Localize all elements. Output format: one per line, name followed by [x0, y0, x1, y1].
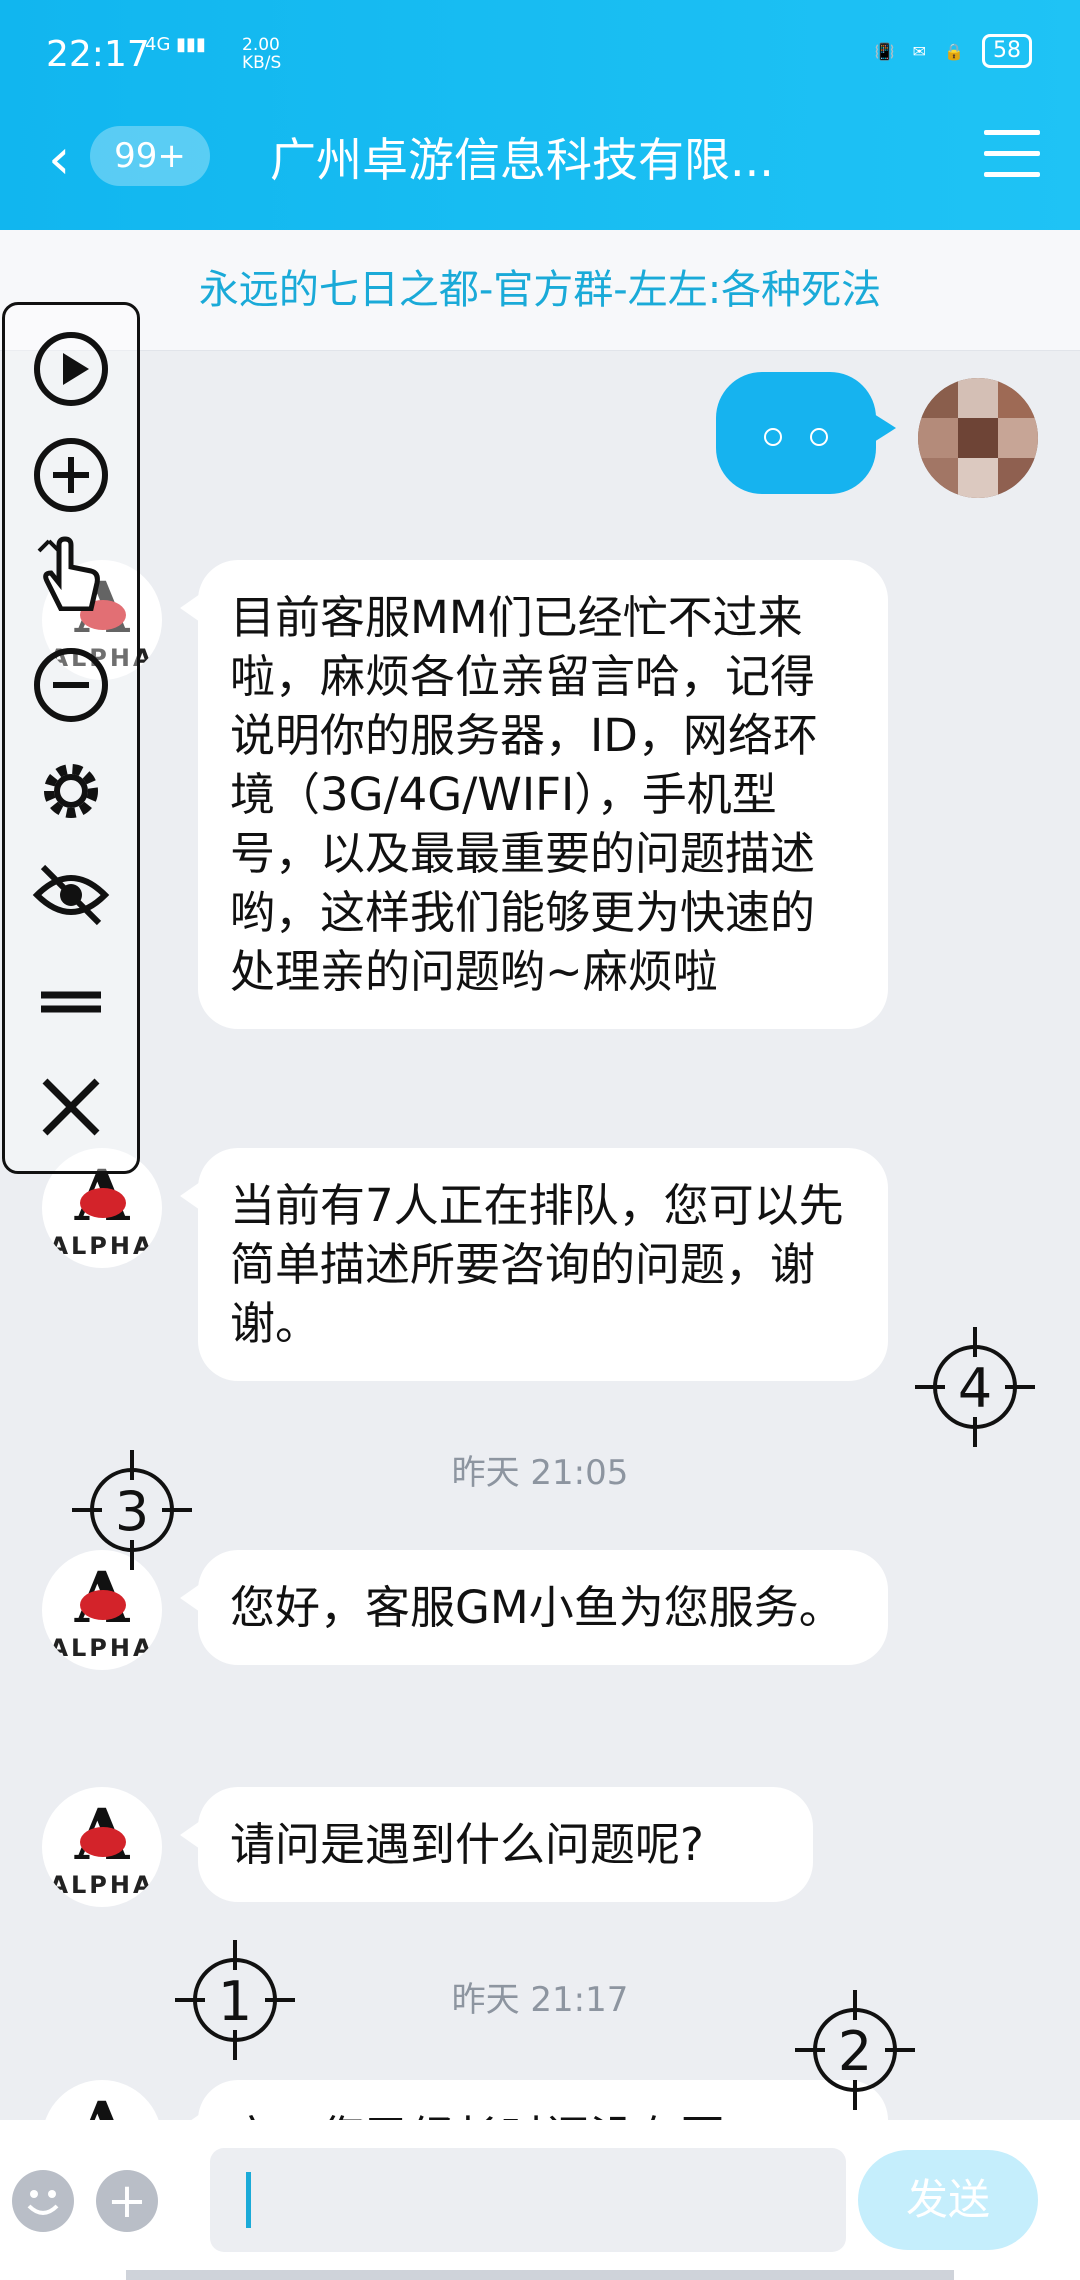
signal-icon: 4G ▮▮▮ — [145, 34, 206, 55]
message-block-icon: ✉ — [912, 41, 927, 61]
nav-bar: ‹ 99+ 广州卓游信息科技有限... — [0, 110, 1080, 230]
close-icon[interactable] — [31, 1067, 111, 1147]
eye-off-icon[interactable] — [31, 855, 111, 935]
gear-icon[interactable] — [31, 751, 111, 831]
target-label: 4 — [957, 1357, 993, 1420]
menu-icon[interactable] — [984, 130, 1040, 180]
target-label: 1 — [217, 1970, 253, 2033]
target-label: 3 — [114, 1480, 150, 1543]
message-bubble[interactable]: 当前有7人正在排队，您可以先简单描述所要咨询的问题，谢谢。 — [180, 1148, 888, 1381]
avatar-text: ALPHA — [49, 1634, 155, 1662]
status-time: 22:17 — [46, 34, 150, 75]
avatar-swirl — [80, 1590, 126, 1620]
avatar-text: ALPHA — [49, 1871, 155, 1899]
target-marker-3: 3 — [72, 1450, 192, 1570]
message-bubble[interactable]: 亲，您已经长时间没有回... — [180, 2080, 888, 2120]
lock-icon: 🔒 — [944, 41, 964, 61]
add-icon[interactable]: + — [96, 2170, 158, 2232]
vibrate-icon: 📳 — [874, 41, 895, 61]
battery-icon: 58 — [982, 34, 1032, 68]
navigation-bar — [126, 2270, 954, 2280]
chat-list[interactable]: A ALPHA 目前客服MM们已经忙不过来啦，麻烦各位亲留言哈，记得说明你的服务… — [0, 350, 1080, 2120]
status-icons: 📳 ✉ 🔒 58 — [875, 34, 1032, 68]
message-input[interactable] — [210, 2148, 846, 2252]
net-speed-value: 2.00 — [242, 35, 280, 55]
send-button[interactable]: 发送 — [858, 2150, 1038, 2250]
page-title: 广州卓游信息科技有限... — [270, 133, 774, 187]
target-marker-2: 2 — [795, 1990, 915, 2110]
target-label: 2 — [837, 2020, 873, 2083]
input-bar: + 发送 — [0, 2120, 1080, 2280]
avatar-swirl — [80, 1188, 126, 1218]
my-message-bubble[interactable] — [716, 372, 896, 494]
message-bubble[interactable]: 目前客服MM们已经忙不过来啦，麻烦各位亲留言哈，记得说明你的服务器，ID，网络环… — [180, 560, 888, 1029]
emoji-icon[interactable] — [12, 2170, 74, 2232]
avatar-letter: A — [42, 2086, 162, 2120]
zoom-out-icon[interactable] — [31, 645, 111, 725]
agent-avatar[interactable]: A ALPHA — [42, 1787, 162, 1907]
unread-badge[interactable]: 99+ — [90, 126, 210, 186]
my-message-dot — [810, 428, 828, 446]
text-caret — [246, 2172, 251, 2228]
agent-avatar[interactable]: A ALPHA — [42, 2080, 162, 2120]
message-bubble[interactable]: 请问是遇到什么问题呢? — [180, 1787, 813, 1902]
zoom-in-icon[interactable] — [31, 435, 111, 515]
net-speed: 2.00 KB/S — [242, 36, 281, 72]
chevron-left-icon[interactable]: ‹ — [48, 128, 70, 192]
signal-label: 4G — [145, 34, 171, 55]
floating-toolbar — [2, 302, 140, 1174]
target-marker-4: 4 — [915, 1327, 1035, 1447]
my-message-dot — [764, 428, 782, 446]
drag-handle-icon[interactable] — [31, 961, 111, 1041]
status-bar: 22:17 4G ▮▮▮ 2.00 KB/S 📳 ✉ 🔒 58 — [0, 0, 1080, 110]
timestamp: 昨天 21:17 — [451, 1980, 629, 2020]
message-bubble[interactable]: 您好，客服GM小鱼为您服务。 — [180, 1550, 888, 1665]
avatar-text: ALPHA — [49, 1232, 155, 1260]
my-avatar[interactable] — [918, 378, 1038, 498]
target-marker-1: 1 — [175, 1940, 295, 2060]
app-header: 22:17 4G ▮▮▮ 2.00 KB/S 📳 ✉ 🔒 58 ‹ 99+ 广州… — [0, 0, 1080, 230]
tap-icon[interactable] — [31, 531, 111, 611]
play-icon[interactable] — [31, 329, 111, 409]
group-name-bar[interactable]: 永远的七日之都-官方群-左左:各种死法 — [0, 230, 1080, 351]
net-speed-unit: KB/S — [242, 53, 282, 73]
avatar-swirl — [80, 1827, 126, 1857]
